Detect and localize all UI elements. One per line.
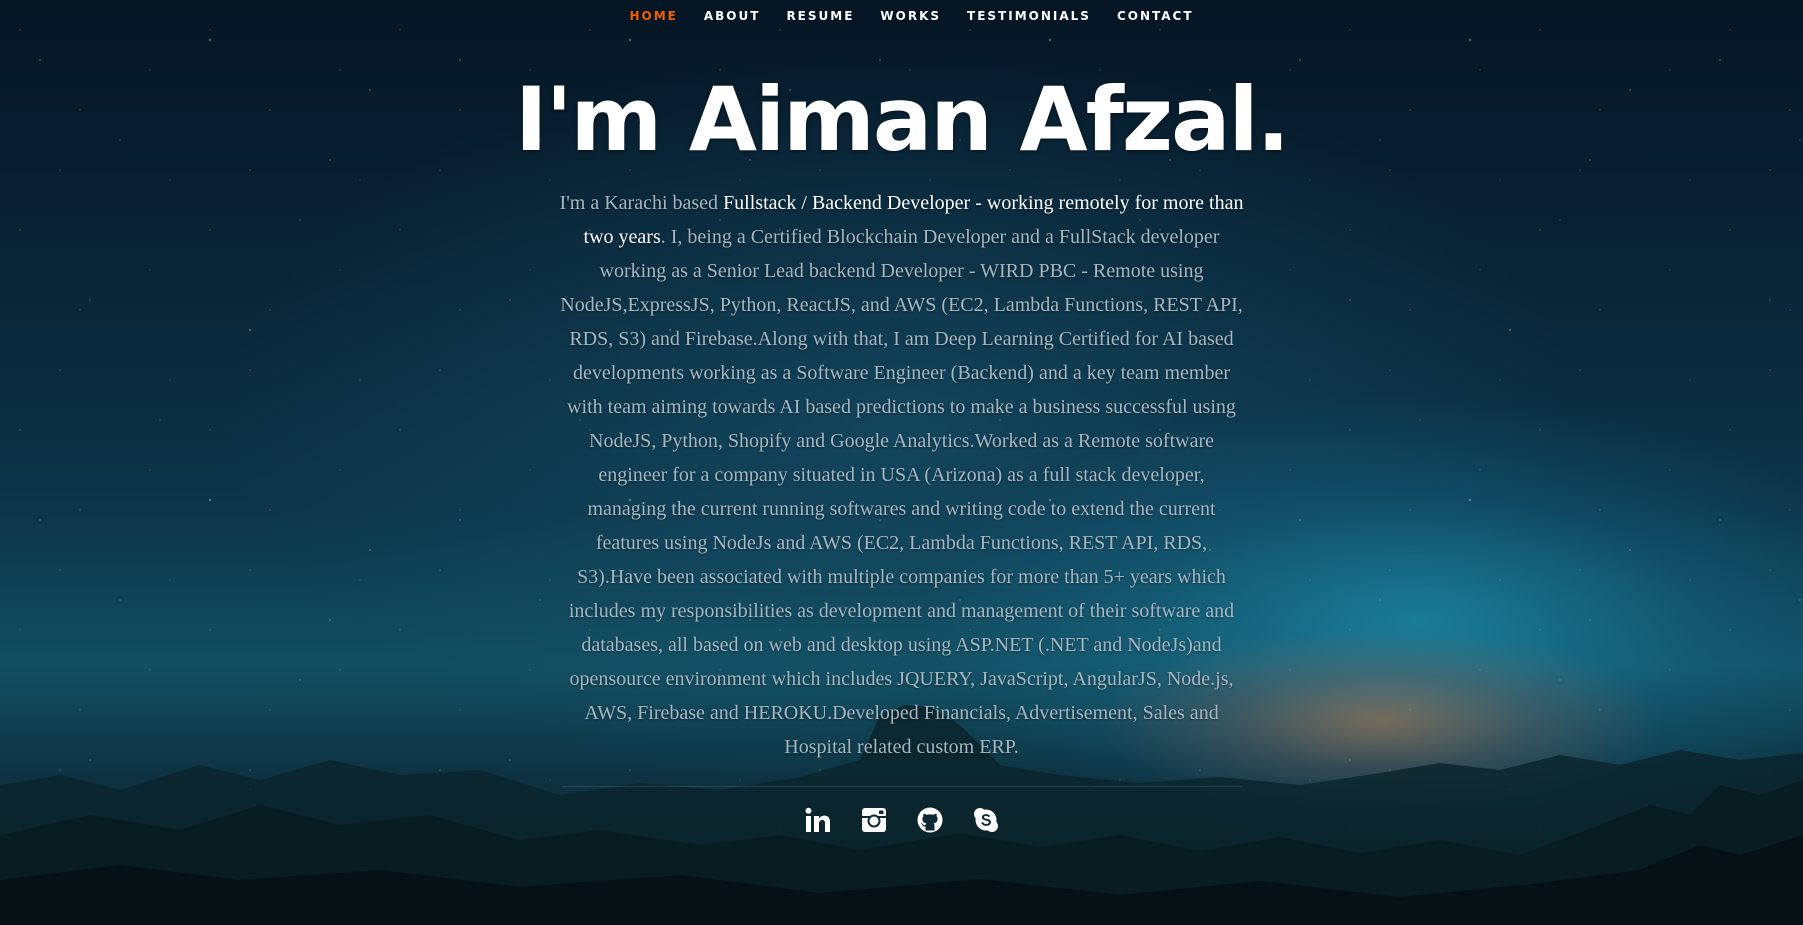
intro-paragraph: I'm a Karachi based Fullstack / Backend …: [557, 186, 1247, 764]
social-links: [0, 805, 1803, 835]
divider: [561, 786, 1242, 787]
linkedin-link[interactable]: [803, 805, 833, 835]
instagram-link[interactable]: [859, 805, 889, 835]
skype-icon: [973, 808, 998, 832]
nav-item-resume[interactable]: RESUME: [773, 0, 867, 32]
skype-link[interactable]: [971, 805, 1001, 835]
instagram-icon: [861, 808, 886, 832]
page-title: I'm Aiman Afzal.: [514, 68, 1290, 171]
nav-item-works[interactable]: WORKS: [867, 0, 954, 32]
nav-item-testimonials[interactable]: TESTIMONIALS: [954, 0, 1104, 32]
linkedin-icon: [805, 807, 830, 832]
intro-text-start: I'm a Karachi based: [559, 192, 724, 214]
github-link[interactable]: [915, 805, 945, 835]
nav-item-contact[interactable]: CONTACT: [1104, 0, 1207, 32]
nav-item-home[interactable]: HOME: [616, 0, 690, 32]
intro-text-body: . I, being a Certified Blockchain Develo…: [560, 226, 1243, 758]
nav-item-about[interactable]: ABOUT: [691, 0, 774, 32]
hero-banner: I'm Aiman Afzal. I'm a Karachi based Ful…: [0, 60, 1803, 835]
github-icon: [917, 807, 942, 833]
main-navigation: HOME ABOUT RESUME WORKS TESTIMONIALS CON…: [0, 0, 1803, 32]
